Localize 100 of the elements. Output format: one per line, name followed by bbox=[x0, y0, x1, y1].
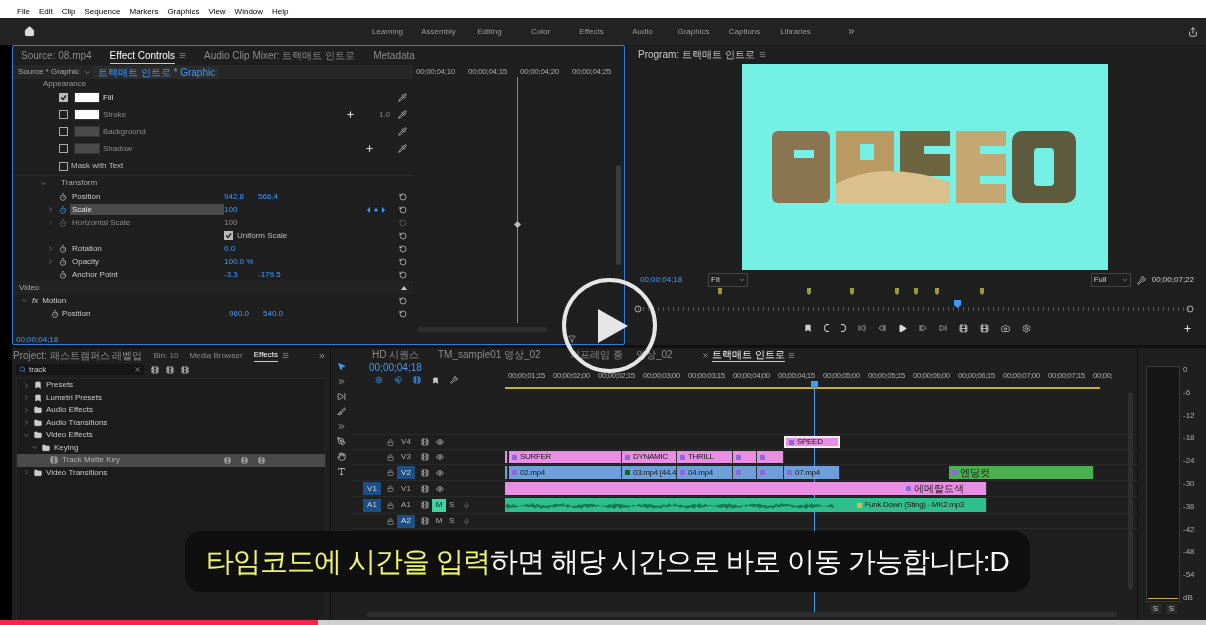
go-to-in-icon[interactable] bbox=[857, 324, 866, 332]
workspace-tab[interactable]: Assembly bbox=[413, 25, 464, 38]
effects-tree-item[interactable]: Track Matte Key bbox=[17, 454, 325, 467]
property-value[interactable]: 942.8 bbox=[224, 190, 258, 203]
workspace-tab[interactable]: Graphics bbox=[668, 25, 719, 38]
panel-menu-icon[interactable] bbox=[179, 52, 186, 59]
timecode[interactable]: 00;00;04;18 bbox=[640, 274, 708, 286]
close-icon[interactable] bbox=[702, 351, 709, 359]
video-clip[interactable] bbox=[505, 466, 508, 479]
effects-tree-item[interactable]: Video Effects bbox=[17, 429, 325, 442]
camera-icon[interactable] bbox=[1000, 323, 1010, 333]
lock-icon[interactable] bbox=[387, 517, 394, 525]
type-tool-icon[interactable] bbox=[337, 467, 346, 476]
workspace-tab[interactable]: Learning bbox=[362, 25, 413, 38]
video-clip[interactable] bbox=[505, 451, 508, 463]
stopwatch-icon[interactable] bbox=[59, 244, 67, 253]
resolution-dropdown[interactable]: Full bbox=[1090, 273, 1131, 287]
sequence-tab[interactable]: HD 시퀀스 bbox=[372, 349, 420, 361]
track-target-button[interactable]: V2 bbox=[397, 466, 415, 479]
video-clip[interactable]: 07.mp4 bbox=[784, 466, 840, 479]
menu-item[interactable]: Markers bbox=[129, 8, 159, 16]
effects-tree-item[interactable]: Lumetri Presets bbox=[17, 391, 325, 404]
panel-tab[interactable]: Source: 08.mp4 bbox=[21, 48, 92, 63]
eyedropper-icon[interactable] bbox=[398, 144, 407, 153]
track-select-tool-icon[interactable] bbox=[337, 377, 346, 386]
audio-clip[interactable]: Funk Down (Sting) - MK2.mp3 bbox=[505, 498, 987, 512]
mute-button[interactable]: M bbox=[432, 514, 446, 528]
solo-button[interactable]: S bbox=[1166, 604, 1177, 614]
panel-tab[interactable]: Effect Controls bbox=[109, 47, 175, 64]
chevron-down-icon[interactable] bbox=[31, 444, 38, 452]
stopwatch-icon[interactable] bbox=[59, 192, 67, 201]
chevron-right-icon[interactable] bbox=[23, 381, 30, 389]
stopwatch-icon[interactable] bbox=[59, 270, 67, 279]
source-patch-button[interactable]: A1 bbox=[363, 498, 381, 512]
add-marker-icon[interactable] bbox=[432, 376, 439, 384]
video-clip[interactable] bbox=[757, 451, 784, 463]
visibility-icon[interactable] bbox=[436, 438, 444, 446]
lock-icon[interactable] bbox=[387, 438, 394, 446]
solo-button[interactable]: S bbox=[449, 499, 455, 511]
video-clip[interactable]: 03.mp4 [44.4 bbox=[622, 466, 677, 479]
collapse-chevron-icon[interactable] bbox=[21, 297, 28, 304]
menu-item[interactable]: Window bbox=[234, 8, 264, 16]
stopwatch-icon[interactable] bbox=[59, 257, 67, 266]
lock-icon[interactable] bbox=[387, 469, 394, 476]
razor-tool-icon[interactable] bbox=[337, 407, 346, 416]
stopwatch-icon[interactable] bbox=[59, 205, 67, 214]
property-label[interactable]: Scale bbox=[70, 204, 224, 215]
menu-item[interactable]: File bbox=[17, 8, 30, 16]
chevron-right-icon[interactable] bbox=[23, 394, 30, 402]
workspace-tab[interactable]: Captions bbox=[719, 25, 770, 38]
track-target-button[interactable]: V4 bbox=[397, 435, 415, 449]
mute-button[interactable]: M bbox=[432, 498, 446, 512]
panel-tab[interactable]: Audio Clip Mixer: 트랙매트 인트로 bbox=[204, 48, 356, 63]
property-label[interactable]: Anchor Point bbox=[70, 269, 224, 280]
panel-menu-icon[interactable] bbox=[787, 351, 795, 359]
checkbox[interactable] bbox=[224, 231, 233, 240]
panel-menu-icon[interactable] bbox=[282, 352, 290, 359]
track-target-button[interactable]: A1 bbox=[397, 498, 415, 512]
step-back-icon[interactable] bbox=[877, 324, 886, 332]
stopwatch-icon[interactable] bbox=[51, 309, 59, 318]
scroll-up-icon[interactable] bbox=[401, 285, 407, 290]
effects-tree-item[interactable]: Video Transitions bbox=[17, 466, 325, 479]
property-value[interactable]: 100.0 % bbox=[224, 255, 258, 268]
property-value[interactable]: -3.3 bbox=[224, 268, 258, 281]
chevron-right-icon[interactable] bbox=[23, 469, 30, 477]
lock-icon[interactable] bbox=[387, 453, 394, 461]
chevron-right-icon[interactable] bbox=[23, 419, 30, 427]
property-value[interactable]: 540.0 bbox=[263, 307, 297, 320]
video-clip[interactable]: 에메랄드색 bbox=[505, 482, 987, 495]
property-value[interactable]: 566.4 bbox=[258, 190, 292, 203]
zoom-dropdown[interactable]: Fit bbox=[708, 273, 748, 287]
track-target-button[interactable]: V3 bbox=[397, 450, 415, 464]
color-swatch[interactable] bbox=[74, 92, 100, 103]
settings-icon[interactable] bbox=[450, 376, 458, 384]
play-icon[interactable] bbox=[897, 323, 907, 333]
property-label[interactable]: Position bbox=[70, 191, 224, 202]
property-value[interactable]: 960.0 bbox=[229, 307, 263, 320]
workspace-tab[interactable]: Audio bbox=[617, 25, 668, 38]
solo-button[interactable]: S bbox=[449, 515, 455, 527]
video-clip[interactable] bbox=[733, 451, 757, 463]
timecode-field[interactable]: 00;00;04;18 bbox=[369, 362, 505, 374]
menu-item[interactable]: View bbox=[208, 8, 226, 16]
panel-menu-icon[interactable] bbox=[758, 51, 766, 58]
effects-tree-item[interactable]: Audio Effects bbox=[17, 404, 325, 417]
lock-icon[interactable] bbox=[387, 485, 394, 492]
menu-item[interactable]: Edit bbox=[38, 8, 53, 16]
sequence-tab[interactable]: TM_sample01 bbox=[438, 349, 502, 361]
visibility-icon[interactable] bbox=[436, 453, 444, 461]
menu-item[interactable]: Graphics bbox=[167, 8, 200, 16]
menu-item[interactable]: Sequence bbox=[84, 8, 121, 16]
lock-icon[interactable] bbox=[387, 501, 394, 509]
more-panels-icon[interactable] bbox=[318, 351, 326, 360]
visibility-icon[interactable] bbox=[436, 468, 444, 477]
share-icon[interactable] bbox=[1188, 26, 1198, 37]
keyframe-navigator-icon[interactable] bbox=[367, 206, 385, 213]
collapse-chevron-icon[interactable] bbox=[40, 179, 47, 187]
workspace-tab[interactable]: Editing bbox=[464, 25, 515, 38]
panel-tab[interactable]: Media Browser bbox=[189, 349, 243, 362]
sequence-tab[interactable]: 트랙매트 인트로 bbox=[712, 348, 785, 362]
checkbox[interactable] bbox=[59, 161, 68, 171]
